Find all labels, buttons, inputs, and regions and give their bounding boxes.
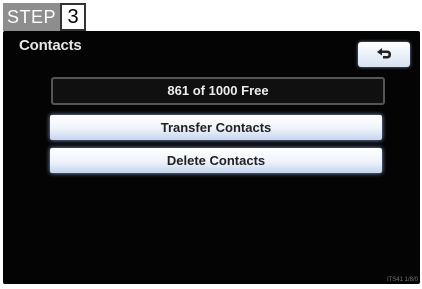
back-button[interactable] bbox=[358, 42, 410, 67]
step-number: 3 bbox=[60, 3, 87, 31]
image-code: ITS41 1/8/0 bbox=[386, 277, 418, 283]
step-label: STEP bbox=[3, 3, 61, 31]
screen-title: Contacts bbox=[19, 37, 82, 54]
contacts-screen: Contacts 861 of 1000 Free Transfer Conta… bbox=[3, 31, 420, 284]
delete-contacts-button[interactable]: Delete Contacts bbox=[50, 148, 382, 173]
step-indicator: STEP 3 bbox=[3, 3, 87, 31]
transfer-contacts-button[interactable]: Transfer Contacts bbox=[50, 115, 382, 140]
free-count-display: 861 of 1000 Free bbox=[51, 77, 385, 105]
back-arrow-icon bbox=[377, 48, 391, 59]
